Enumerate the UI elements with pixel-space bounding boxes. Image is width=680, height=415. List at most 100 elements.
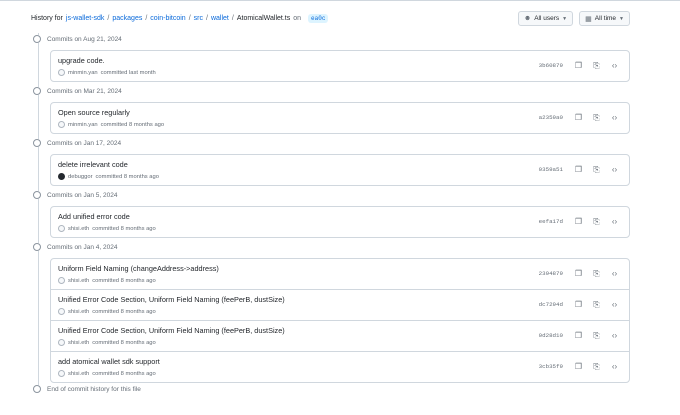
file-code-icon[interactable]: ⎘	[592, 269, 601, 278]
commit-message-link[interactable]: delete irrelevant code	[58, 160, 128, 169]
commit-sha-link[interactable]: 0d28d10	[539, 332, 563, 339]
avatar[interactable]	[58, 173, 65, 180]
copy-icon[interactable]: ❐	[574, 300, 583, 309]
commit-meta: minmin.yan committed last month	[58, 69, 156, 76]
commit-message-link[interactable]: Unified Error Code Section, Uniform Fiel…	[58, 326, 285, 335]
commit-message-link[interactable]: Open source regularly	[58, 108, 130, 117]
commit-row: add atomical wallet sdk support shisi.eth…	[51, 351, 629, 382]
calendar-icon: ▦	[585, 15, 592, 23]
commit-time: committed 8 months ago	[92, 370, 156, 377]
file-code-icon[interactable]: ⎘	[592, 362, 601, 371]
breadcrumb-separator: /	[231, 14, 234, 22]
code-icon[interactable]: ‹›	[610, 165, 619, 174]
breadcrumb-on: on	[293, 14, 302, 22]
copy-icon[interactable]: ❐	[574, 331, 583, 340]
commit-author[interactable]: minmin.yan	[68, 70, 98, 76]
commit-author[interactable]: shisi.eth	[68, 226, 89, 232]
history-filters: ☻ All users ▼ ▦ All time ▼	[517, 11, 630, 26]
commit-list: delete irrelevant code debuggor committed …	[50, 154, 630, 186]
code-icon[interactable]: ‹›	[610, 217, 619, 226]
commit-actions: a2359a0 ❐ ⎘ ‹›	[539, 113, 619, 122]
breadcrumb-coin-bitcoin[interactable]: coin-bitcoin	[150, 15, 185, 22]
code-icon[interactable]: ‹›	[610, 113, 619, 122]
commit-list: Open source regularly minmin.yan committed…	[50, 102, 630, 134]
commit-time: committed 8 months ago	[95, 173, 159, 180]
commit-message-link[interactable]: Add unified error code	[58, 212, 130, 221]
breadcrumb-packages[interactable]: packages	[112, 15, 142, 22]
commit-group-date: Commits on Jan 17, 2024	[47, 139, 122, 147]
git-commit-icon	[33, 243, 41, 251]
breadcrumb-src[interactable]: src	[194, 15, 203, 22]
commit-sha-link[interactable]: a2359a0	[539, 114, 563, 121]
code-icon[interactable]: ‹›	[610, 300, 619, 309]
commit-group-date: Commits on Jan 4, 2024	[47, 243, 118, 251]
commit-sha-link[interactable]: 3b60879	[539, 62, 563, 69]
all-time-button[interactable]: ▦ All time ▼	[579, 11, 630, 26]
breadcrumb-separator: /	[188, 14, 191, 22]
code-icon[interactable]: ‹›	[610, 269, 619, 278]
avatar[interactable]	[58, 225, 65, 232]
avatar[interactable]	[58, 339, 65, 346]
breadcrumb-separator: /	[107, 14, 110, 22]
commit-list: Add unified error code shisi.eth committed…	[50, 206, 630, 238]
commit-author[interactable]: debuggor	[68, 174, 93, 180]
git-commit-icon	[33, 87, 41, 95]
branch-badge[interactable]: ea0c	[308, 13, 329, 23]
commit-actions: 0359a51 ❐ ⎘ ‹›	[539, 165, 619, 174]
commit-author[interactable]: shisi.eth	[68, 309, 89, 315]
file-code-icon[interactable]: ⎘	[592, 165, 601, 174]
commit-group-date: Commits on Aug 21, 2024	[47, 35, 122, 43]
commit-author[interactable]: shisi.eth	[68, 371, 89, 377]
avatar[interactable]	[58, 308, 65, 315]
commit-row: upgrade code. minmin.yan committed last mo…	[51, 51, 629, 81]
commit-group-label: Commits on Jan 5, 2024	[33, 191, 122, 199]
copy-icon[interactable]: ❐	[574, 269, 583, 278]
commit-actions: 3b60879 ❐ ⎘ ‹›	[539, 61, 619, 70]
commit-sha-link[interactable]: dc7294d	[539, 301, 563, 308]
code-icon[interactable]: ‹›	[610, 61, 619, 70]
file-code-icon[interactable]: ⎘	[592, 300, 601, 309]
commit-list: upgrade code. minmin.yan committed last mo…	[50, 50, 630, 82]
commit-message-link[interactable]: add atomical wallet sdk support	[58, 357, 160, 366]
commit-author[interactable]: minmin.yan	[68, 122, 98, 128]
commit-time: committed 8 months ago	[92, 308, 156, 315]
end-of-history-label: End of commit history for this file	[47, 385, 141, 393]
avatar[interactable]	[58, 69, 65, 76]
avatar[interactable]	[58, 121, 65, 128]
commit-time: committed 8 months ago	[92, 339, 156, 346]
file-code-icon[interactable]: ⎘	[592, 113, 601, 122]
commit-row: delete irrelevant code debuggor committed …	[51, 155, 629, 185]
commit-group-date: Commits on Mar 21, 2024	[47, 87, 122, 95]
file-code-icon[interactable]: ⎘	[592, 331, 601, 340]
commit-author[interactable]: shisi.eth	[68, 278, 89, 284]
commit-meta: shisi.eth committed 8 months ago	[58, 277, 156, 284]
file-code-icon[interactable]: ⎘	[592, 61, 601, 70]
avatar[interactable]	[58, 370, 65, 377]
code-icon[interactable]: ‹›	[610, 362, 619, 371]
commit-row: Unified Error Code Section, Uniform Fiel…	[51, 289, 629, 320]
commit-sha-link[interactable]: 2394879	[539, 270, 563, 277]
commit-sha-link[interactable]: 0359a51	[539, 166, 563, 173]
commit-sha-link[interactable]: 3cb35f9	[539, 363, 563, 370]
commit-time: committed 8 months ago	[92, 277, 156, 284]
commit-sha-link[interactable]: eefa17d	[539, 218, 563, 225]
commit-author[interactable]: shisi.eth	[68, 340, 89, 346]
commit-row: Add unified error code shisi.eth committed…	[51, 207, 629, 237]
breadcrumb-wallet[interactable]: wallet	[211, 15, 229, 22]
copy-icon[interactable]: ❐	[574, 113, 583, 122]
avatar[interactable]	[58, 277, 65, 284]
breadcrumb-repo[interactable]: js-wallet-sdk	[66, 15, 105, 22]
top-border	[0, 0, 680, 1]
copy-icon[interactable]: ❐	[574, 165, 583, 174]
commit-meta: shisi.eth committed 8 months ago	[58, 225, 156, 232]
commit-message-link[interactable]: Unified Error Code Section, Uniform Fiel…	[58, 295, 285, 304]
commit-message-link[interactable]: upgrade code.	[58, 56, 105, 65]
file-code-icon[interactable]: ⎘	[592, 217, 601, 226]
commit-message-link[interactable]: Uniform Field Naming (changeAddress->add…	[58, 264, 219, 273]
copy-icon[interactable]: ❐	[574, 362, 583, 371]
all-users-button[interactable]: ☻ All users ▼	[517, 11, 574, 26]
copy-icon[interactable]: ❐	[574, 61, 583, 70]
history-prefix: History for	[31, 14, 63, 22]
code-icon[interactable]: ‹›	[610, 331, 619, 340]
copy-icon[interactable]: ❐	[574, 217, 583, 226]
